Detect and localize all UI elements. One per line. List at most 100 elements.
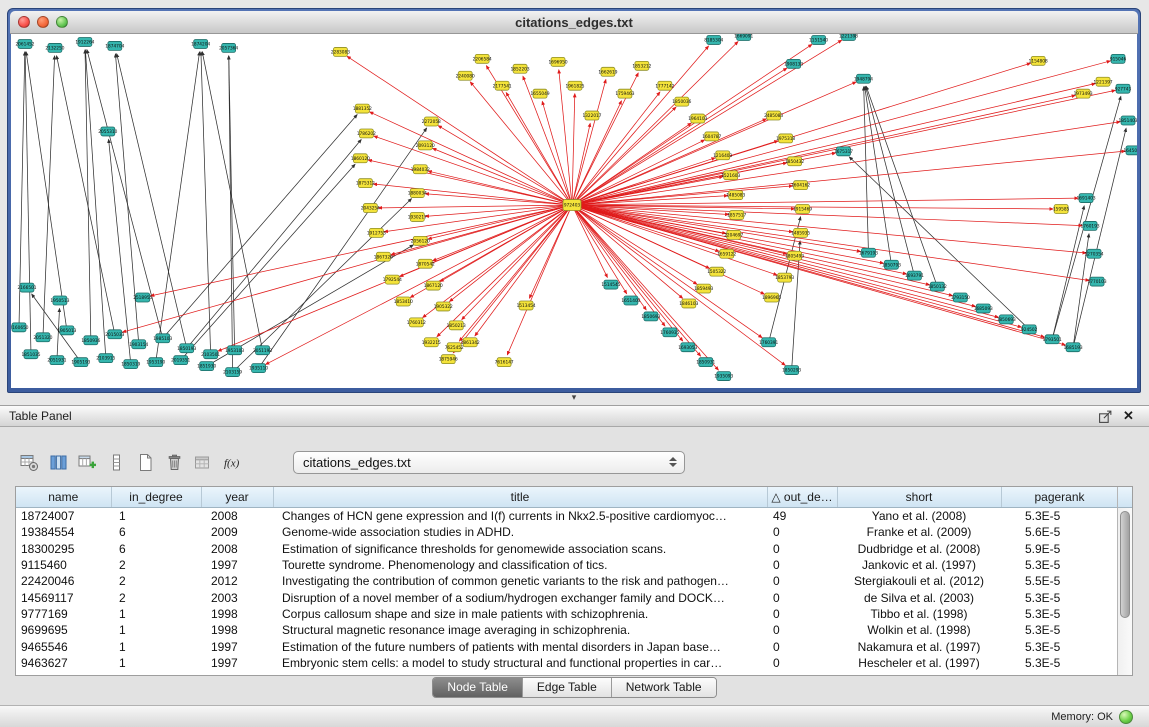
- table-cell[interactable]: 0: [767, 573, 837, 589]
- table-cell[interactable]: de Silva et al. (2003): [837, 589, 1001, 605]
- table-cell[interactable]: 0: [767, 638, 837, 654]
- table-row[interactable]: 1938455462009Genome-wide association stu…: [16, 524, 1118, 540]
- window-zoom-button[interactable]: [56, 16, 68, 28]
- column-header-short[interactable]: short: [837, 487, 1001, 508]
- table-cell[interactable]: 1998: [201, 622, 273, 638]
- table-cell[interactable]: 0: [767, 557, 837, 573]
- column-header-title[interactable]: title: [273, 487, 767, 508]
- table-cell[interactable]: 18300295: [16, 541, 111, 557]
- column-header-name[interactable]: name: [16, 487, 111, 508]
- tab-edge-table[interactable]: Edge Table: [523, 678, 612, 697]
- table-cell[interactable]: Tourette syndrome. Phenomenology and cla…: [273, 557, 767, 573]
- tab-node-table[interactable]: Node Table: [433, 678, 523, 697]
- column-header-pagerank[interactable]: pagerank: [1001, 487, 1118, 508]
- network-svg[interactable]: 9724031881352178620218601201875312204325…: [11, 34, 1137, 388]
- table-cell[interactable]: 49: [767, 508, 837, 525]
- table-cell[interactable]: 5.3E-5: [1001, 508, 1118, 525]
- table-cell[interactable]: 0: [767, 606, 837, 622]
- import-table-button[interactable]: [190, 449, 217, 475]
- table-cell[interactable]: Franke et al. (2009): [837, 524, 1001, 540]
- function-builder-button[interactable]: f(x): [219, 449, 246, 475]
- delete-table-button[interactable]: [161, 449, 188, 475]
- table-cell[interactable]: 5.9E-5: [1001, 541, 1118, 557]
- table-cell[interactable]: 1: [111, 508, 201, 525]
- table-scrollbar[interactable]: [1117, 487, 1132, 675]
- panel-resize-grip[interactable]: [565, 392, 583, 403]
- table-cell[interactable]: 5.3E-5: [1001, 638, 1118, 654]
- row-options-button[interactable]: [103, 449, 130, 475]
- table-cell[interactable]: 0: [767, 655, 837, 671]
- network-canvas[interactable]: 9724031881352178620218601201875312204325…: [11, 34, 1137, 388]
- column-header-year[interactable]: year: [201, 487, 273, 508]
- table-cell[interactable]: 9699695: [16, 622, 111, 638]
- table-cell[interactable]: 2009: [201, 524, 273, 540]
- table-cell[interactable]: 2: [111, 573, 201, 589]
- table-cell[interactable]: 5.3E-5: [1001, 655, 1118, 671]
- memory-status[interactable]: Memory: OK: [1045, 706, 1139, 727]
- table-cell[interactable]: 2: [111, 589, 201, 605]
- table-row[interactable]: 2242004622012Investigating the contribut…: [16, 573, 1118, 589]
- column-header-out_de[interactable]: △ out_de…: [767, 487, 837, 508]
- add-column-button[interactable]: [74, 449, 101, 475]
- table-cell[interactable]: 5.3E-5: [1001, 622, 1118, 638]
- table-row[interactable]: 1456911722003Disruption of a novel membe…: [16, 589, 1118, 605]
- table-cell[interactable]: 9465546: [16, 638, 111, 654]
- table-cell[interactable]: Yano et al. (2008): [837, 508, 1001, 525]
- window-minimize-button[interactable]: [37, 16, 49, 28]
- table-row[interactable]: 946554611997Estimation of the future num…: [16, 638, 1118, 654]
- table-cell[interactable]: Jankovic et al. (1997): [837, 557, 1001, 573]
- table-cell[interactable]: Hescheler et al. (1997): [837, 655, 1001, 671]
- table-cell[interactable]: Genome-wide association studies in ADHD.: [273, 524, 767, 540]
- table-row[interactable]: 1872400712008Changes of HCN gene express…: [16, 508, 1118, 525]
- table-cell[interactable]: 19384554: [16, 524, 111, 540]
- table-cell[interactable]: Wolkin et al. (1998): [837, 622, 1001, 638]
- table-cell[interactable]: Dudbridge et al. (2008): [837, 541, 1001, 557]
- table-cell[interactable]: Stergiakouli et al. (2012): [837, 573, 1001, 589]
- table-cell[interactable]: 5.3E-5: [1001, 589, 1118, 605]
- table-cell[interactable]: 22420046: [16, 573, 111, 589]
- table-cell[interactable]: 0: [767, 524, 837, 540]
- table-cell[interactable]: 2008: [201, 508, 273, 525]
- close-panel-button[interactable]: [1120, 407, 1137, 425]
- table-cell[interactable]: 1: [111, 638, 201, 654]
- table-cell[interactable]: Nakamura et al. (1997): [837, 638, 1001, 654]
- table-cell[interactable]: 2012: [201, 573, 273, 589]
- table-cell[interactable]: 2: [111, 557, 201, 573]
- table-mode-button[interactable]: [16, 449, 43, 475]
- table-cell[interactable]: 14569117: [16, 589, 111, 605]
- table-row[interactable]: 977716911998Corpus callosum shape and si…: [16, 606, 1118, 622]
- table-cell[interactable]: 1997: [201, 638, 273, 654]
- table-cell[interactable]: Disruption of a novel member of a sodium…: [273, 589, 767, 605]
- table-cell[interactable]: 9115460: [16, 557, 111, 573]
- table-row[interactable]: 969969511998Structural magnetic resonanc…: [16, 622, 1118, 638]
- table-cell[interactable]: 1997: [201, 655, 273, 671]
- table-cell[interactable]: 1998: [201, 606, 273, 622]
- table-cell[interactable]: Embryonic stem cells: a model to study s…: [273, 655, 767, 671]
- table-row[interactable]: 946362711997Embryonic stem cells: a mode…: [16, 655, 1118, 671]
- table-row[interactable]: 911546021997Tourette syndrome. Phenomeno…: [16, 557, 1118, 573]
- table-cell[interactable]: 2003: [201, 589, 273, 605]
- scrollbar-thumb[interactable]: [1120, 511, 1130, 618]
- table-cell[interactable]: 0: [767, 589, 837, 605]
- table-cell[interactable]: Changes of HCN gene expression and I(f) …: [273, 508, 767, 525]
- table-cell[interactable]: 1: [111, 606, 201, 622]
- table-cell[interactable]: 9463627: [16, 655, 111, 671]
- table-cell[interactable]: Structural magnetic resonance image aver…: [273, 622, 767, 638]
- table-cell[interactable]: Estimation of significance thresholds fo…: [273, 541, 767, 557]
- table-source-dropdown[interactable]: citations_edges.txt: [293, 451, 685, 474]
- show-columns-button[interactable]: [45, 449, 72, 475]
- table-cell[interactable]: 0: [767, 622, 837, 638]
- table-cell[interactable]: 5.6E-5: [1001, 524, 1118, 540]
- table-cell[interactable]: 9777169: [16, 606, 111, 622]
- table-cell[interactable]: 2008: [201, 541, 273, 557]
- table-cell[interactable]: 1: [111, 622, 201, 638]
- table-cell[interactable]: Investigating the contribution of common…: [273, 573, 767, 589]
- window-titlebar[interactable]: citations_edges.txt: [10, 11, 1138, 34]
- table-cell[interactable]: 18724007: [16, 508, 111, 525]
- table-cell[interactable]: 5.3E-5: [1001, 606, 1118, 622]
- tab-network-table[interactable]: Network Table: [612, 678, 716, 697]
- table-cell[interactable]: 1997: [201, 557, 273, 573]
- table-cell[interactable]: 6: [111, 524, 201, 540]
- table-cell[interactable]: 6: [111, 541, 201, 557]
- table-cell[interactable]: Corpus callosum shape and size in male p…: [273, 606, 767, 622]
